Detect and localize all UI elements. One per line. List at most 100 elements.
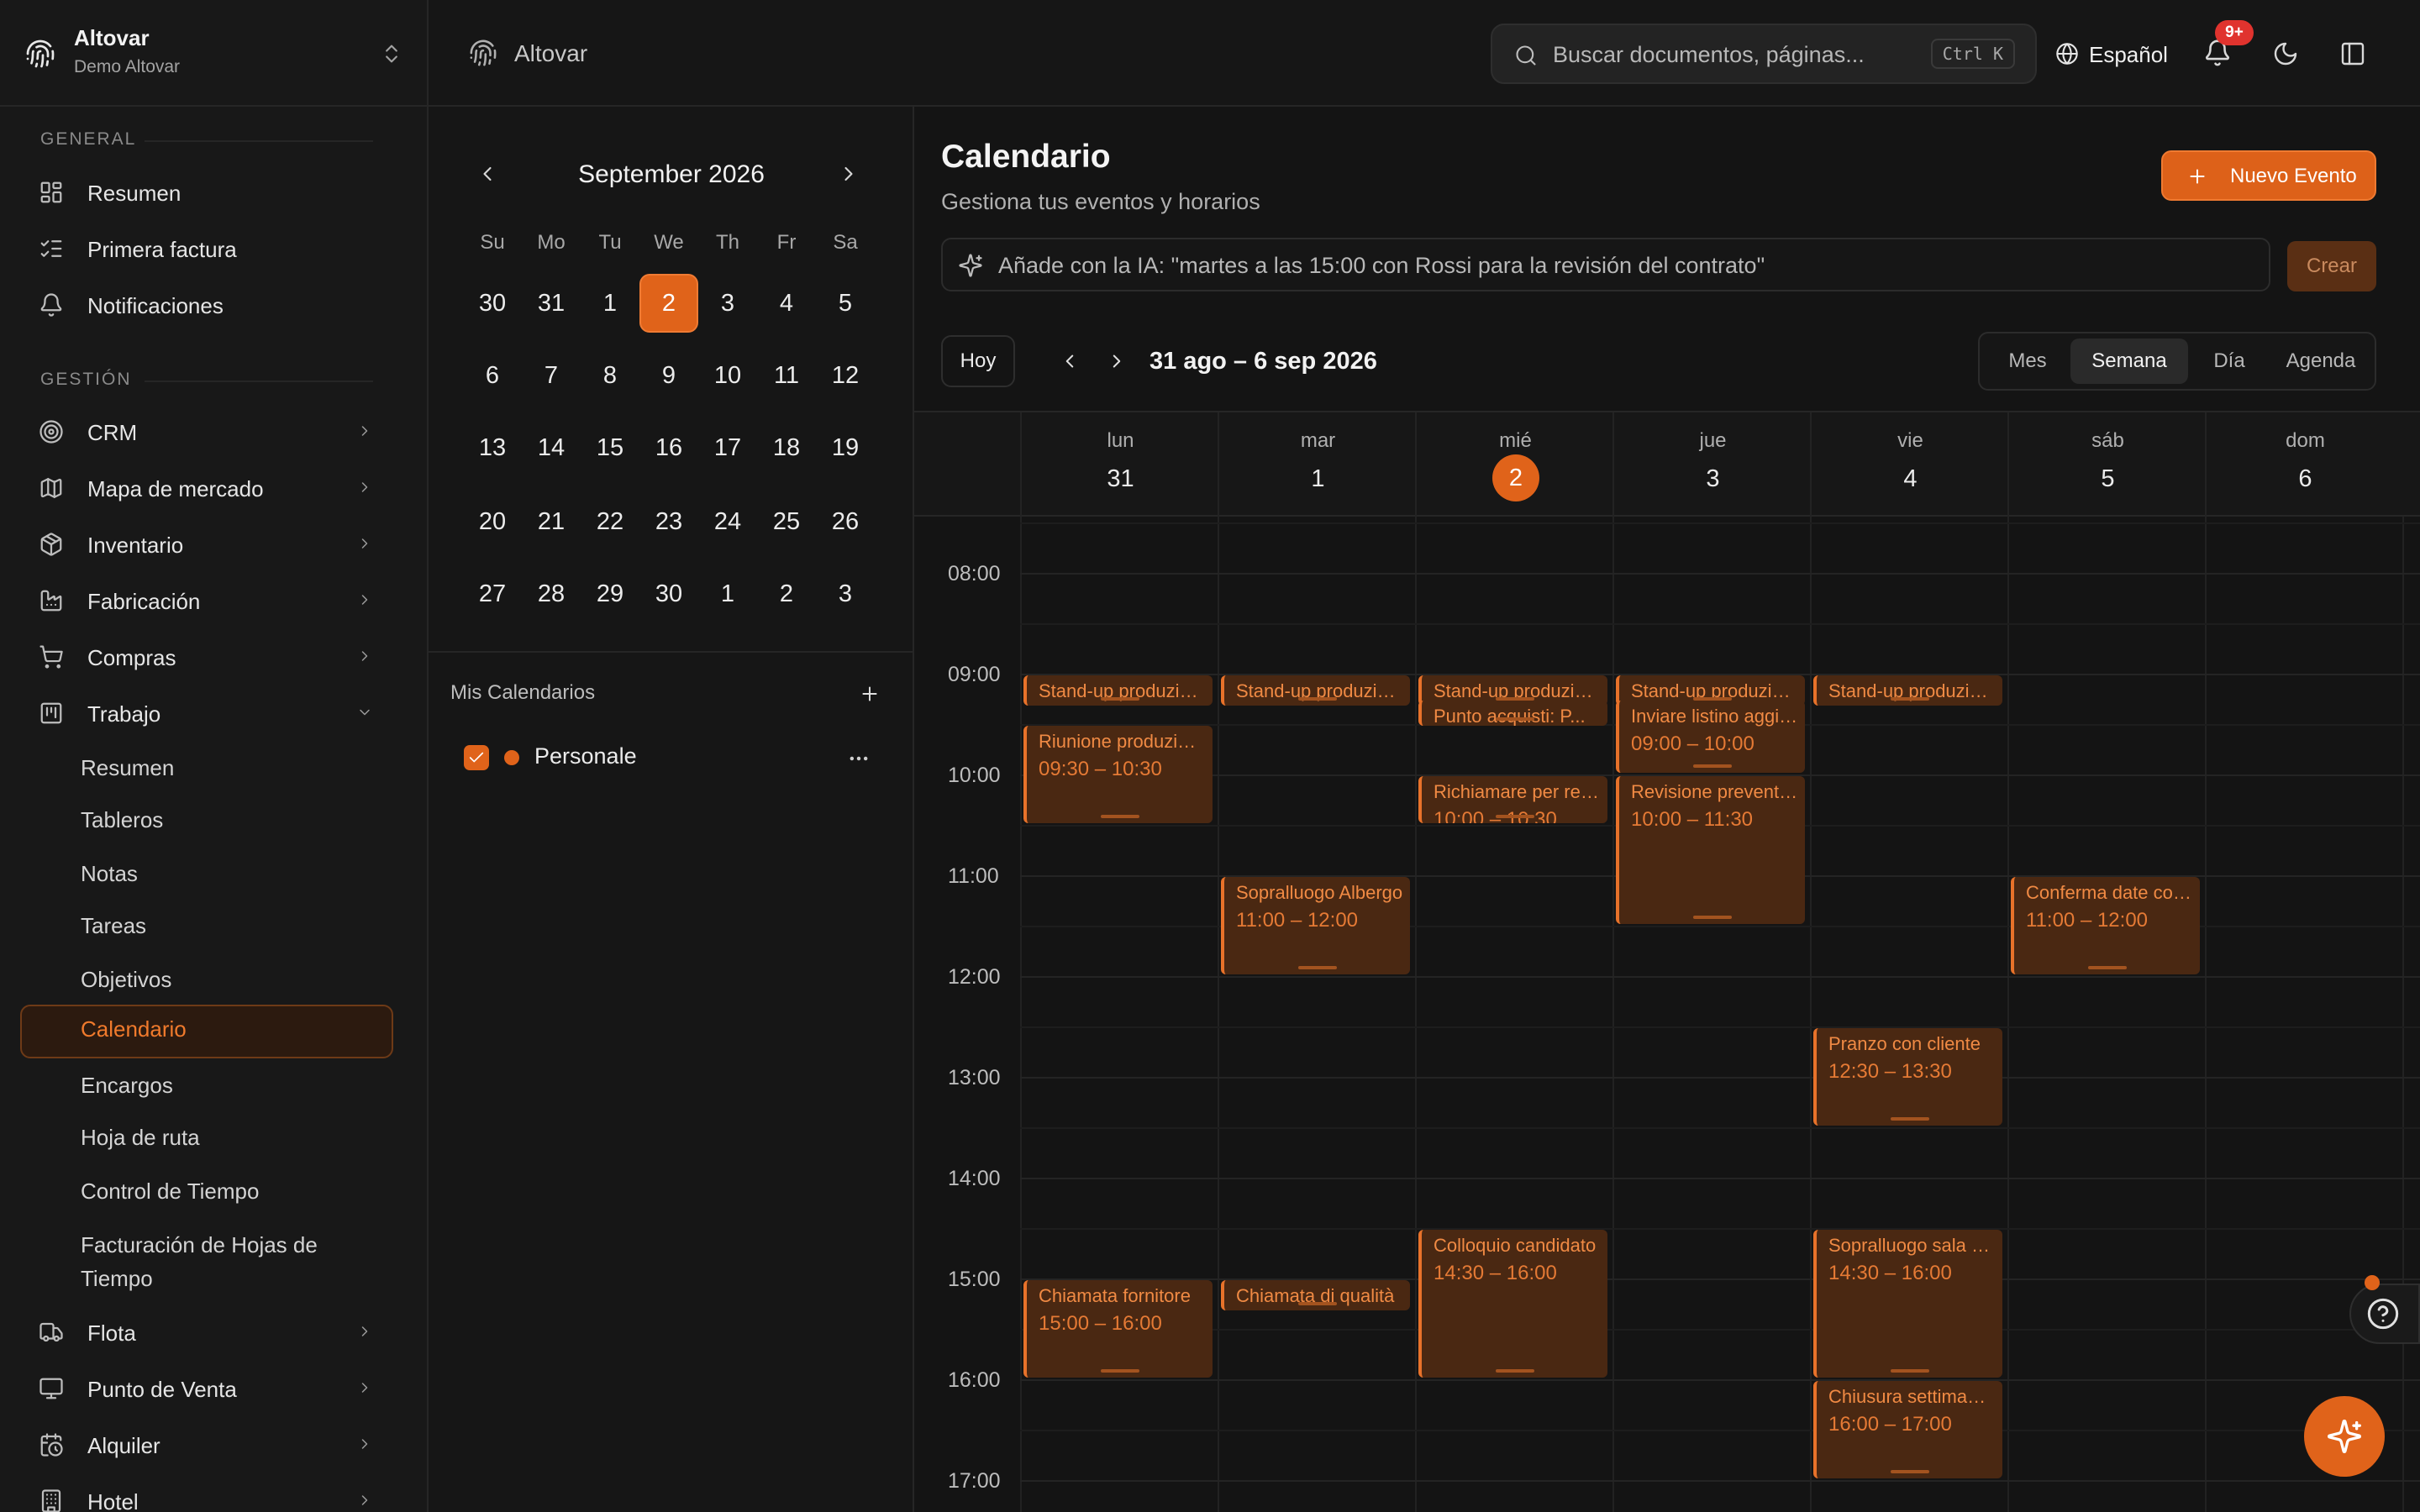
sidebar-item-trabajo[interactable]: Trabajo: [20, 690, 393, 735]
mini-calendar-day[interactable]: 24: [698, 492, 757, 551]
mini-calendar-day[interactable]: 7: [522, 346, 581, 405]
mini-calendar-day[interactable]: 26: [816, 492, 875, 551]
sidebar-subitem-objetivos[interactable]: Objetivos: [20, 955, 393, 1000]
calendar-checkbox[interactable]: [464, 745, 489, 770]
sidebar-item-hotel[interactable]: Hotel: [20, 1478, 393, 1512]
event-resize-handle[interactable]: [1495, 1369, 1534, 1373]
sidebar-subitem-tareas[interactable]: Tareas: [20, 901, 393, 947]
sidebar-item-primera-factura[interactable]: Primera factura: [20, 225, 393, 270]
panel-toggle-icon[interactable]: [2339, 40, 2366, 67]
sidebar-item-compras[interactable]: Compras: [20, 633, 393, 679]
sidebar-subitem-calendario[interactable]: Calendario: [20, 1005, 393, 1058]
view-tab-dia[interactable]: Día: [2190, 339, 2269, 384]
calendar-event[interactable]: Chiusura settimanale 16:00 – 17:00: [1813, 1381, 2002, 1478]
sidebar-item-mapa-de-mercado[interactable]: Mapa de mercado: [20, 465, 393, 510]
mini-calendar-day[interactable]: 28: [522, 564, 581, 623]
day-column-header[interactable]: sáb 5: [2007, 412, 2205, 517]
mini-calendar-day[interactable]: 2: [757, 564, 816, 623]
mini-calendar-day[interactable]: 18: [757, 418, 816, 477]
event-resize-handle[interactable]: [1100, 697, 1139, 701]
mini-calendar-day[interactable]: 11: [757, 346, 816, 405]
mini-calendar-day[interactable]: 30: [639, 564, 698, 623]
mini-calendar-day[interactable]: 12: [816, 346, 875, 405]
mini-calendar-day[interactable]: 15: [581, 418, 639, 477]
sidebar-item-notificaciones[interactable]: Notificaciones: [20, 281, 393, 327]
event-resize-handle[interactable]: [1692, 916, 1732, 919]
mini-calendar-day[interactable]: 27: [463, 564, 522, 623]
event-resize-handle[interactable]: [1890, 1117, 1929, 1121]
view-tab-semana[interactable]: Semana: [2070, 339, 2188, 384]
chevron-right-icon[interactable]: [837, 162, 860, 186]
calendar-event[interactable]: Sopralluogo sala riunioni 14:30 – 16:00: [1813, 1230, 2002, 1378]
calendar-event[interactable]: Conferma date consegna 11:00 – 12:00: [2011, 877, 2200, 974]
sidebar-subitem-control-de-tiempo[interactable]: Control de Tiempo: [20, 1167, 393, 1212]
sidebar-subitem-notas[interactable]: Notas: [20, 849, 393, 895]
mini-calendar-day[interactable]: 23: [639, 492, 698, 551]
mini-calendar-day[interactable]: 3: [816, 564, 875, 623]
sidebar-subitem-hoja-de-ruta[interactable]: Hoja de ruta: [20, 1113, 393, 1158]
breadcrumb-brand[interactable]: Altovar: [514, 40, 587, 67]
mini-calendar-day[interactable]: 1: [698, 564, 757, 623]
day-column-header[interactable]: jue 3: [1612, 412, 1810, 517]
chevron-left-icon[interactable]: [1059, 350, 1081, 372]
day-column-header[interactable]: mar 1: [1218, 412, 1415, 517]
moon-icon[interactable]: [2272, 40, 2299, 67]
day-column-header[interactable]: lun 31: [1020, 412, 1218, 517]
calendar-event[interactable]: Stand-up produzione: [1813, 675, 2002, 706]
event-resize-handle[interactable]: [1100, 1369, 1139, 1373]
mini-calendar-day[interactable]: 1: [581, 274, 639, 333]
day-column-header[interactable]: vie 4: [1810, 412, 2007, 517]
view-tab-mes[interactable]: Mes: [1986, 339, 2069, 384]
mini-calendar-day[interactable]: 21: [522, 492, 581, 551]
workspace-switcher[interactable]: Altovar Demo Altovar: [0, 0, 427, 107]
mini-calendar-day[interactable]: 17: [698, 418, 757, 477]
event-resize-handle[interactable]: [1297, 1302, 1337, 1305]
view-tab-agenda[interactable]: Agenda: [2270, 339, 2371, 384]
mini-calendar-day[interactable]: 20: [463, 492, 522, 551]
sidebar-subitem-encargos[interactable]: Encargos: [20, 1061, 393, 1106]
sidebar-subitem-tableros[interactable]: Tableros: [20, 795, 393, 841]
mini-calendar-day[interactable]: 29: [581, 564, 639, 623]
event-resize-handle[interactable]: [1890, 697, 1929, 701]
mini-calendar-day[interactable]: 30: [463, 274, 522, 333]
sidebar-item-crm[interactable]: CRM: [20, 408, 393, 454]
mini-calendar-day[interactable]: 16: [639, 418, 698, 477]
sidebar-subitem-resumen[interactable]: Resumen: [20, 743, 393, 789]
calendar-event[interactable]: Riunione produzione 09:30 – 10:30: [1023, 726, 1213, 823]
mini-calendar-day[interactable]: 2: [639, 274, 698, 333]
mini-calendar-day[interactable]: 19: [816, 418, 875, 477]
calendar-event[interactable]: Stand-up produzione: [1023, 675, 1213, 706]
event-resize-handle[interactable]: [1890, 1470, 1929, 1473]
event-resize-handle[interactable]: [1495, 815, 1534, 818]
mini-calendar-day[interactable]: 4: [757, 274, 816, 333]
mini-calendar-day[interactable]: 9: [639, 346, 698, 405]
event-resize-handle[interactable]: [1890, 1369, 1929, 1373]
mini-calendar-day[interactable]: 3: [698, 274, 757, 333]
chevron-right-icon[interactable]: [1106, 350, 1128, 372]
mini-calendar-day[interactable]: 13: [463, 418, 522, 477]
calendar-event[interactable]: Chiamata fornitore 15:00 – 16:00: [1023, 1280, 1213, 1378]
day-column-header[interactable]: mié 2: [1415, 412, 1612, 517]
event-resize-handle[interactable]: [2087, 966, 2127, 969]
mini-calendar-day[interactable]: 10: [698, 346, 757, 405]
sidebar-item-inventario[interactable]: Inventario: [20, 521, 393, 566]
calendar-event[interactable]: Chiamata di qualità: [1221, 1280, 1410, 1310]
sidebar-item-punto-de-venta[interactable]: Punto de Venta: [20, 1365, 393, 1410]
mini-calendar-day[interactable]: 5: [816, 274, 875, 333]
ai-event-input[interactable]: Añade con la IA: "martes a las 15:00 con…: [941, 238, 2270, 291]
mini-calendar-day[interactable]: 22: [581, 492, 639, 551]
calendar-event[interactable]: Punto acquisti: P...09:00 – 09:30: [1418, 701, 1607, 726]
calendar-event[interactable]: Revisione preventivo 10:00 – 11:30: [1616, 776, 1805, 924]
sidebar-item-flota[interactable]: Flota: [20, 1309, 393, 1354]
new-event-button[interactable]: Nuevo Evento: [2161, 150, 2376, 201]
ai-create-button[interactable]: Crear: [2287, 241, 2376, 291]
mini-calendar-day[interactable]: 6: [463, 346, 522, 405]
sidebar-subitem-facturacion-hojas[interactable]: Facturación de Hojas de Tiempo: [20, 1225, 393, 1305]
more-horizontal-icon[interactable]: [847, 747, 871, 770]
calendar-event[interactable]: Colloquio candidato 14:30 – 16:00: [1418, 1230, 1607, 1378]
help-button[interactable]: [2349, 1284, 2420, 1344]
sidebar-item-resumen[interactable]: Resumen: [20, 169, 393, 214]
ai-assistant-button[interactable]: [2304, 1396, 2385, 1477]
event-resize-handle[interactable]: [1297, 966, 1337, 969]
calendar-event[interactable]: Stand-up produzione: [1221, 675, 1410, 706]
